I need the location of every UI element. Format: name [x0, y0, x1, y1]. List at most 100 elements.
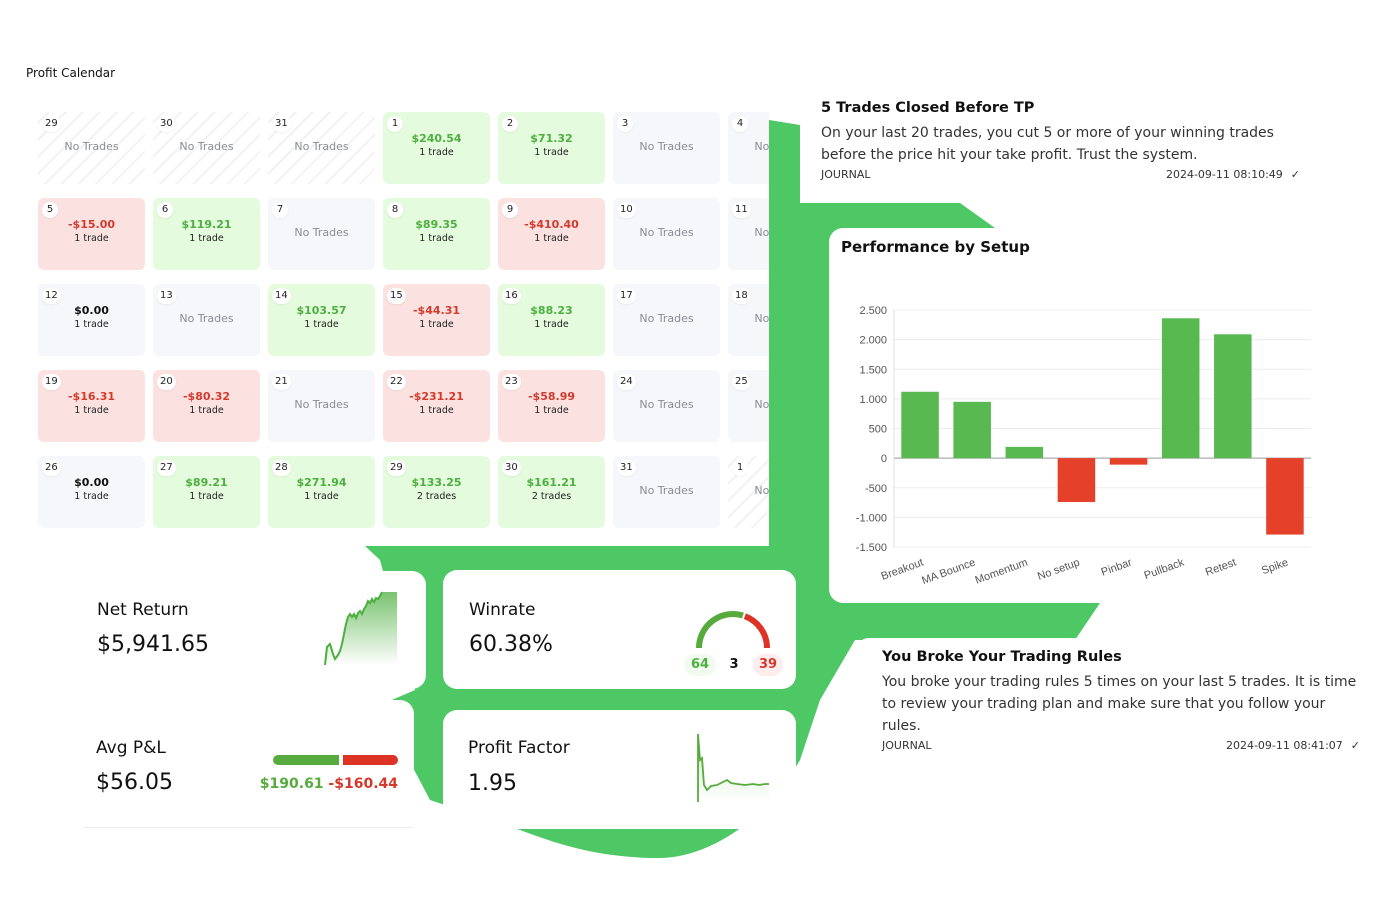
breakeven-count: 3 [729, 657, 739, 672]
calendar-day[interactable]: 29 No Trades [38, 112, 145, 184]
sparkline-area [698, 734, 769, 802]
calendar-day[interactable]: 24 No Trades [613, 370, 720, 442]
y-tick-label: -1.500 [856, 542, 887, 554]
win-loss-ratio-bar [273, 755, 398, 765]
calendar-day[interactable]: 18No Trades [728, 284, 769, 356]
profit-factor-label: Profit Factor [468, 738, 570, 758]
page-title: Profit Calendar [26, 66, 116, 80]
calendar-day[interactable]: 8 $89.35 1 trade [383, 198, 490, 270]
day-number: 27 [157, 460, 176, 476]
check-icon[interactable]: ✓ [1291, 168, 1300, 181]
day-trade-count: 1 trade [304, 319, 339, 330]
day-trade-count: 1 trade [189, 233, 224, 244]
calendar-day[interactable]: 13 No Trades [153, 284, 260, 356]
day-trade-count: 1 trade [534, 147, 569, 158]
winrate-gauge [696, 611, 770, 649]
calendar-day[interactable]: 30 $161.21 2 trades [498, 456, 605, 528]
no-trades-label: No Trades [639, 398, 694, 411]
avg-pnl-card[interactable]: Avg P&L $56.05 $190.61 -$160.44 [84, 700, 414, 828]
calendar-day[interactable]: 25No Trades [728, 370, 769, 442]
winrate-label: Winrate [469, 600, 536, 620]
check-icon[interactable]: ✓ [1351, 739, 1360, 752]
no-trades-label: No Trades [179, 312, 234, 325]
calendar-day[interactable]: 30 No Trades [153, 112, 260, 184]
bar-pinbar[interactable] [1109, 458, 1148, 465]
bar-no-setup[interactable] [1057, 458, 1096, 502]
calendar-day[interactable]: 6 $119.21 1 trade [153, 198, 260, 270]
calendar-day[interactable]: 16 $88.23 1 trade [498, 284, 605, 356]
no-trades-label: No Trades [294, 398, 349, 411]
day-number: 22 [387, 374, 406, 390]
calendar-day[interactable]: 27 $89.21 1 trade [153, 456, 260, 528]
calendar-day[interactable]: 3 No Trades [613, 112, 720, 184]
calendar-day[interactable]: 20 -$80.32 1 trade [153, 370, 260, 442]
day-number: 17 [617, 288, 636, 304]
insight-card[interactable]: You Broke Your Trading Rules You broke y… [855, 638, 1370, 773]
x-tick-label: Pullback [1143, 556, 1187, 582]
net-return-card[interactable]: Net Return $5,941.65 [84, 571, 426, 689]
avg-loss-segment [342, 755, 398, 765]
x-tick-label: MA Bounce [920, 557, 977, 588]
calendar-day[interactable]: 15 -$44.31 1 trade [383, 284, 490, 356]
x-tick-label: No setup [1036, 557, 1081, 583]
wins-count: 64 [684, 654, 716, 676]
calendar-day[interactable]: 23 -$58.99 1 trade [498, 370, 605, 442]
day-pnl: $119.21 [181, 218, 232, 231]
avg-pnl-value: $56.05 [96, 770, 173, 795]
calendar-day[interactable]: 21 No Trades [268, 370, 375, 442]
calendar-day[interactable]: 19 -$16.31 1 trade [38, 370, 145, 442]
insight-title: You Broke Your Trading Rules [882, 649, 1122, 665]
no-trades-label: No Trades [64, 140, 119, 153]
calendar-day[interactable]: 7 No Trades [268, 198, 375, 270]
day-number: 26 [42, 460, 61, 476]
y-tick-label: -1.000 [856, 512, 887, 524]
bar-momentum[interactable] [1005, 446, 1044, 459]
calendar-day[interactable]: 5 -$15.00 1 trade [38, 198, 145, 270]
calendar-day[interactable]: 17 No Trades [613, 284, 720, 356]
calendar-day[interactable]: 29 $133.25 2 trades [383, 456, 490, 528]
day-number: 29 [42, 116, 61, 132]
no-trades-label: No Trades [754, 312, 769, 325]
avg-win-segment [273, 755, 339, 765]
day-number: 24 [617, 374, 636, 390]
calendar-day[interactable]: 2 $71.32 1 trade [498, 112, 605, 184]
bar-retest[interactable] [1214, 334, 1252, 459]
y-tick-label: 2.500 [859, 305, 887, 317]
calendar-day[interactable]: 26 $0.00 1 trade [38, 456, 145, 528]
calendar-day[interactable]: 22 -$231.21 1 trade [383, 370, 490, 442]
bar-spike[interactable] [1266, 458, 1304, 535]
calendar-day[interactable]: 28 $271.94 1 trade [268, 456, 375, 528]
day-trade-count: 1 trade [74, 319, 109, 330]
calendar-day[interactable]: 1 No Trades [728, 456, 769, 528]
calendar-day[interactable]: 14 $103.57 1 trade [268, 284, 375, 356]
no-trades-label: No Trades [179, 140, 234, 153]
day-pnl: $0.00 [74, 304, 109, 317]
calendar-day[interactable]: 10 No Trades [613, 198, 720, 270]
day-trade-count: 1 trade [534, 405, 569, 416]
calendar-day[interactable]: 11No Trades [728, 198, 769, 270]
day-number: 5 [42, 202, 58, 218]
gauge-win-arc [696, 611, 744, 649]
day-number: 8 [387, 202, 403, 218]
calendar-day[interactable]: 9 -$410.40 1 trade [498, 198, 605, 270]
calendar-day[interactable]: 12 $0.00 1 trade [38, 284, 145, 356]
profit-factor-card[interactable]: Profit Factor 1.95 [443, 710, 796, 829]
no-trades-label: No Trades [294, 226, 349, 239]
calendar-day[interactable]: 31 No Trades [268, 112, 375, 184]
calendar-day[interactable]: 4 No Trades [728, 112, 769, 184]
day-number: 1 [732, 460, 748, 476]
calendar-day[interactable]: 31 No Trades [613, 456, 720, 528]
avg-pnl-label: Avg P&L [96, 738, 166, 758]
bar-breakout[interactable] [901, 391, 939, 459]
day-number: 18 [732, 288, 751, 304]
sparkline-area [325, 592, 397, 665]
day-number: 25 [732, 374, 751, 390]
calendar-day[interactable]: 1 $240.54 1 trade [383, 112, 490, 184]
bar-pullback[interactable] [1161, 318, 1200, 459]
day-trade-count: 2 trades [531, 491, 572, 502]
bar-ma-bounce[interactable] [953, 401, 991, 459]
insight-card[interactable]: 5 Trades Closed Before TP On your last 2… [800, 92, 1320, 202]
day-trade-count: 1 trade [74, 233, 109, 244]
day-trade-count: 1 trade [419, 405, 454, 416]
y-tick-label: 0 [881, 453, 887, 465]
